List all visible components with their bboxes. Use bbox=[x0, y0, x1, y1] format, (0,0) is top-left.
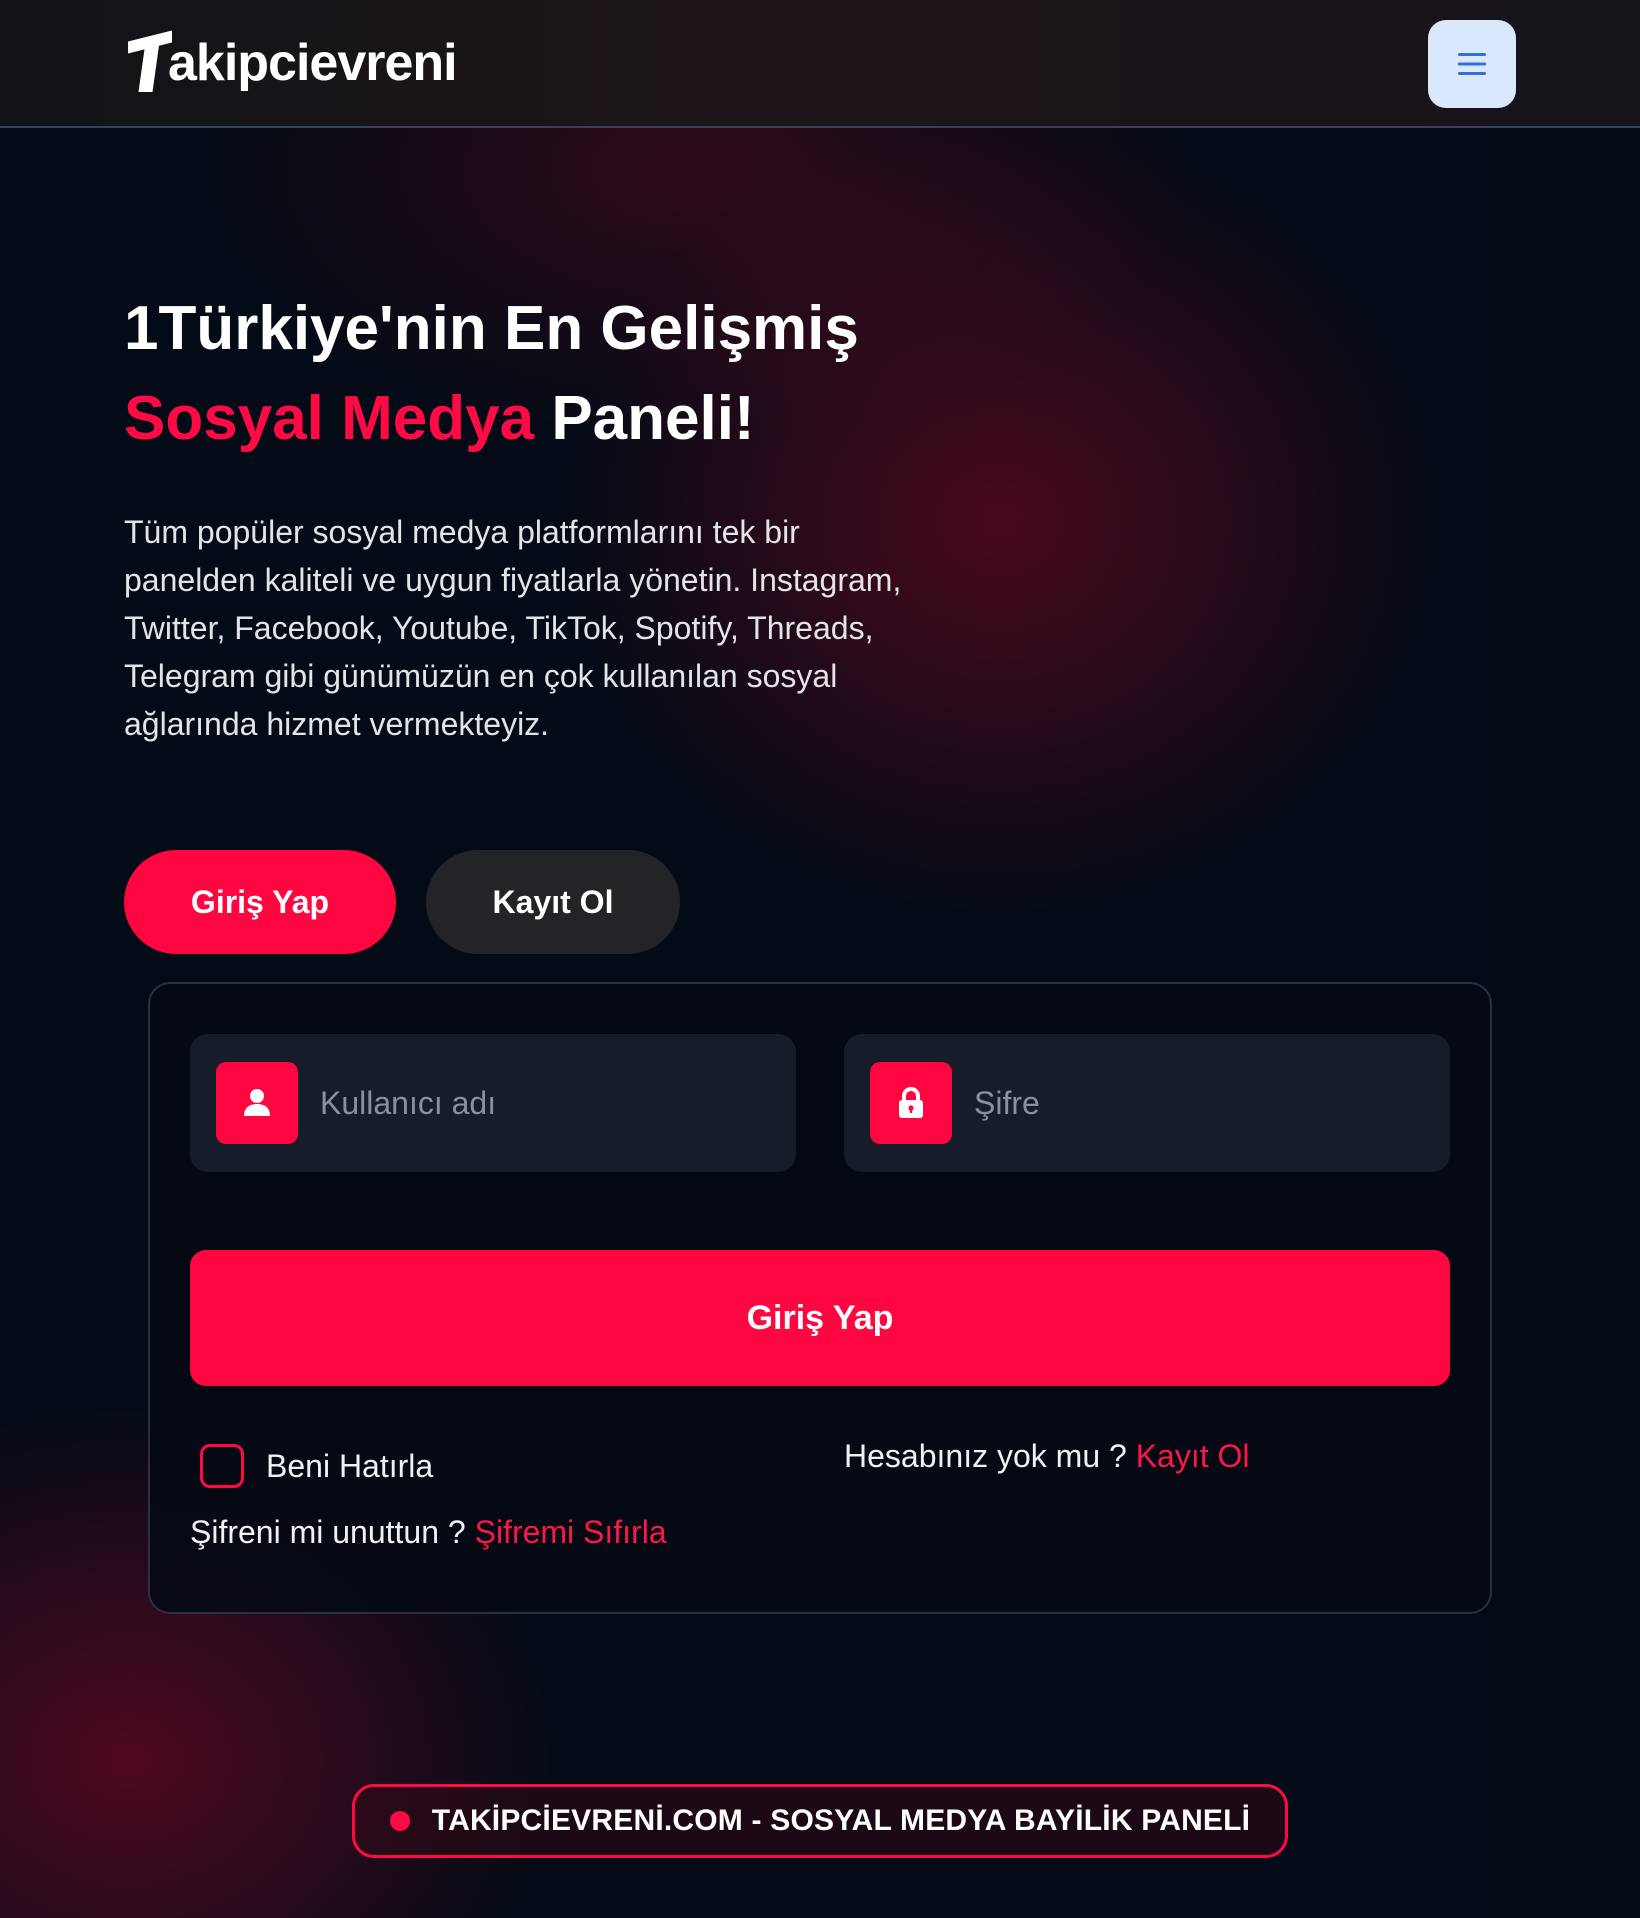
no-account-text: Hesabınız yok mu ? Kayıt Ol bbox=[844, 1438, 1250, 1475]
username-field bbox=[190, 1034, 796, 1172]
user-icon bbox=[216, 1062, 298, 1144]
site-logo[interactable]: akipcievreni bbox=[128, 30, 458, 96]
no-account-label: Hesabınız yok mu ? bbox=[844, 1438, 1136, 1474]
hero-title-rest: Paneli! bbox=[534, 384, 755, 453]
remember-me[interactable]: Beni Hatırla bbox=[200, 1444, 433, 1488]
forgot-password-label: Şifreni mi unuttun ? bbox=[190, 1514, 475, 1550]
logo-t-mark-icon bbox=[128, 30, 172, 94]
register-link[interactable]: Kayıt Ol bbox=[1136, 1438, 1250, 1474]
hero-title-accent: Sosyal Medya bbox=[124, 384, 535, 453]
reset-password-link[interactable]: Şifremi Sıfırla bbox=[475, 1514, 667, 1550]
lock-icon bbox=[870, 1062, 952, 1144]
password-input[interactable] bbox=[974, 1084, 1414, 1122]
footer-badge-text: TAKİPCİEVRENİ.COM - SOSYAL MEDYA BAYİLİK… bbox=[431, 1804, 1251, 1837]
hero-title: 1Türkiye'nin En Gelişmiş Sosyal Medya Pa… bbox=[124, 284, 1024, 464]
tab-login-button[interactable]: Giriş Yap bbox=[124, 850, 396, 954]
status-dot-icon bbox=[389, 1811, 410, 1831]
top-navbar: akipcievreni bbox=[0, 0, 1640, 128]
hamburger-icon bbox=[1458, 53, 1486, 75]
hero-description: Tüm popüler sosyal medya platformlarını … bbox=[124, 514, 902, 742]
menu-toggle-button[interactable] bbox=[1428, 20, 1516, 108]
tab-register-button[interactable]: Kayıt Ol bbox=[426, 850, 680, 954]
page: akipcievreni 1Türkiye'nin En Gelişmiş So… bbox=[0, 0, 1640, 1918]
login-form-card: Giriş Yap Beni Hatırla Hesabınız yok mu … bbox=[148, 982, 1492, 1614]
password-field bbox=[844, 1034, 1450, 1172]
remember-me-label: Beni Hatırla bbox=[266, 1447, 434, 1484]
username-input[interactable] bbox=[320, 1084, 760, 1122]
remember-me-checkbox[interactable] bbox=[200, 1444, 244, 1488]
logo-text: akipcievreni bbox=[168, 34, 458, 92]
hero-title-line1: 1Türkiye'nin En Gelişmiş bbox=[124, 294, 859, 363]
forgot-password-text: Şifreni mi unuttun ? Şifremi Sıfırla bbox=[190, 1514, 667, 1551]
background-panel bbox=[1498, 128, 1640, 1918]
footer-badge: TAKİPCİEVRENİ.COM - SOSYAL MEDYA BAYİLİK… bbox=[352, 1784, 1288, 1858]
login-submit-button[interactable]: Giriş Yap bbox=[190, 1250, 1450, 1386]
